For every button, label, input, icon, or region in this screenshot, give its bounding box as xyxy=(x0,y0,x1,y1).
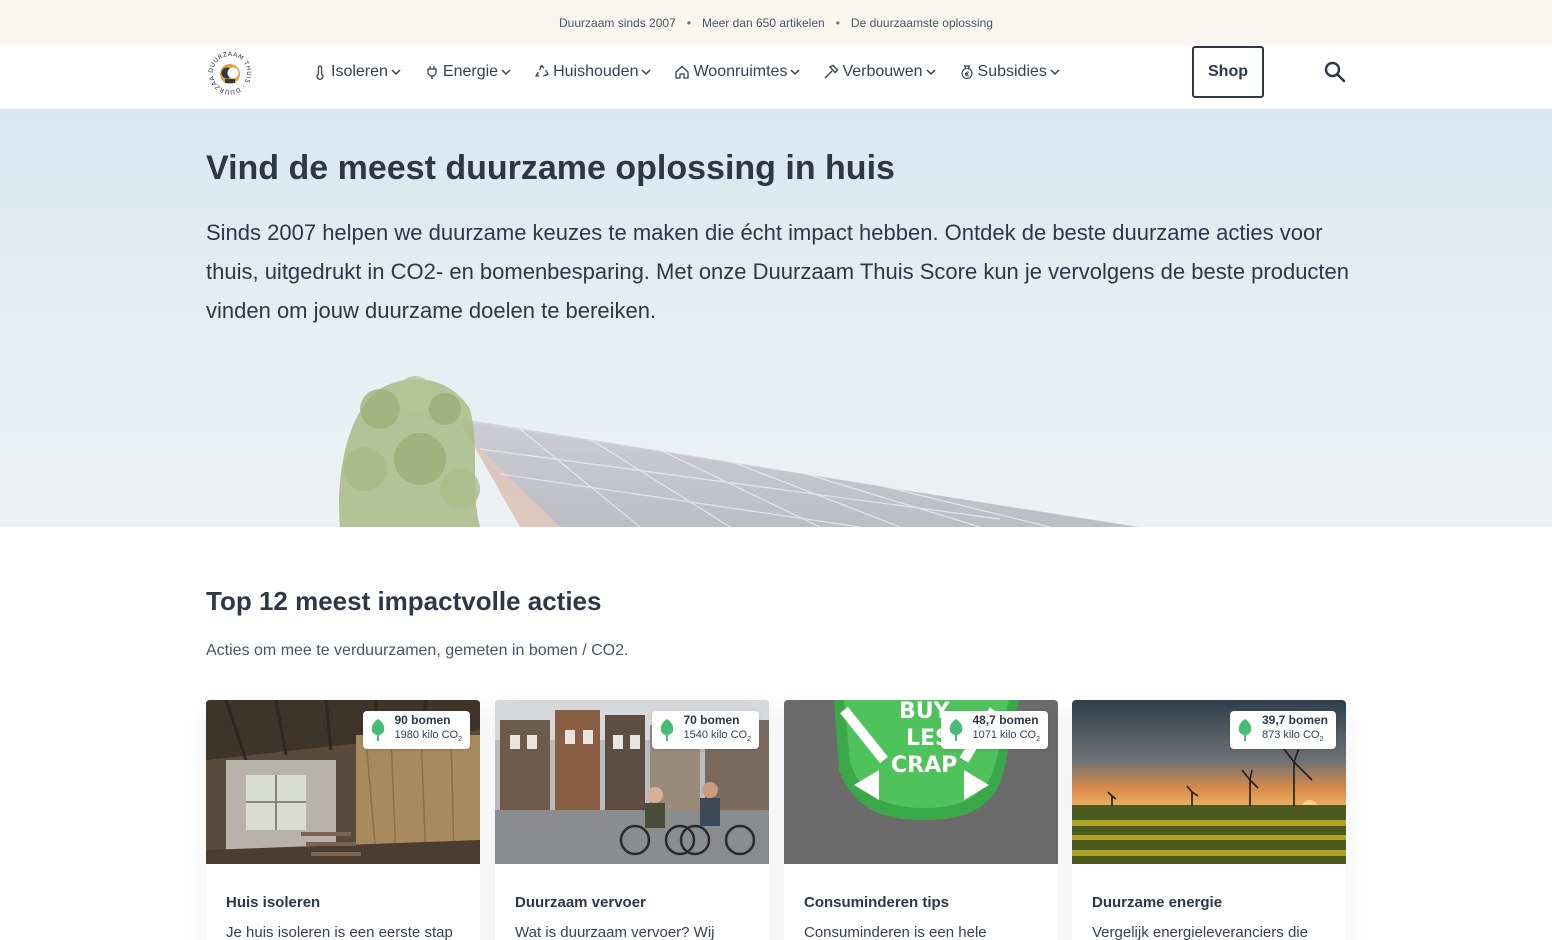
chevron-down-icon xyxy=(1049,66,1061,78)
hammer-icon xyxy=(823,64,839,80)
search-icon xyxy=(1324,61,1346,83)
svg-text:CRAP: CRAP xyxy=(891,753,957,778)
chevron-down-icon xyxy=(640,66,652,78)
card-excerpt: Wat is duurzaam vervoer? Wij xyxy=(515,924,715,940)
thermometer-icon xyxy=(312,64,328,80)
tree-icon xyxy=(371,719,384,741)
card-title: Huis isoleren xyxy=(226,894,321,911)
card-title: Duurzame energie xyxy=(1092,894,1223,911)
topbar-item-articles: Meer dan 650 artikelen xyxy=(701,15,825,30)
tree-icon xyxy=(949,719,962,741)
card-duurzame-energie[interactable]: 39,7 bomen 873 kilo CO2 Duurzame energie… xyxy=(1072,700,1346,940)
badge-co2: 1980 kilo CO2 xyxy=(394,728,463,744)
nav-item-isoleren[interactable]: Isoleren xyxy=(312,63,402,81)
badge-co2: 873 kilo CO2 xyxy=(1261,728,1324,744)
badge-trees: 39,7 bomen xyxy=(1261,712,1328,727)
chevron-down-icon xyxy=(390,66,402,78)
nav-item-huishouden[interactable]: Huishouden xyxy=(534,63,652,81)
topbar-item-since: Duurzaam sinds 2007 xyxy=(559,15,676,30)
hero-description: Sinds 2007 helpen we duurzame keuzes te … xyxy=(206,220,1350,323)
nav-label: Huishouden xyxy=(553,63,639,80)
card-excerpt: Consuminderen is een hele xyxy=(804,924,987,940)
topbar-separator: • xyxy=(686,15,691,30)
search-button[interactable] xyxy=(1322,59,1348,85)
nav-item-energie[interactable]: Energie xyxy=(424,63,512,81)
top-info-bar: Duurzaam sinds 2007 • Meer dan 650 artik… xyxy=(0,0,1552,45)
card-excerpt: Vergelijk energieleveranciers die xyxy=(1092,924,1308,940)
site-header: DUURZAAM THUIS · DUURZAAM THUIS · Isoler… xyxy=(0,44,1552,109)
badge-trees: 48,7 bomen xyxy=(972,712,1039,727)
impact-badge: 70 bomen 1540 kilo CO2 xyxy=(651,711,759,749)
site-logo[interactable]: DUURZAAM THUIS · DUURZAAM THUIS · xyxy=(203,44,254,97)
hero-title: Vind de meest duurzame oplossing in huis xyxy=(206,149,895,187)
logo-icon: DUURZAAM THUIS · DUURZAAM THUIS · xyxy=(203,44,253,96)
badge-trees: 70 bomen xyxy=(683,712,740,727)
card-duurzaam-vervoer[interactable]: 70 bomen 1540 kilo CO2 Duurzaam vervoer … xyxy=(495,700,769,940)
section-title: Top 12 meest impactvolle acties xyxy=(206,586,602,616)
hero-section: Vind de meest duurzame oplossing in huis… xyxy=(0,109,1552,527)
badge-co2: 1540 kilo CO2 xyxy=(683,728,752,744)
chevron-down-icon xyxy=(925,66,937,78)
recycle-icon xyxy=(534,64,550,80)
nav-label: Energie xyxy=(442,63,499,80)
card-huis-isoleren[interactable]: 90 bomen 1980 kilo CO2 Huis isoleren Je … xyxy=(206,700,480,940)
tree-icon xyxy=(1238,719,1252,741)
card-title: Consuminderen tips xyxy=(804,894,950,911)
section-subtitle: Acties om mee te verduurzamen, gemeten i… xyxy=(206,642,629,659)
chevron-down-icon xyxy=(500,66,512,78)
shop-button[interactable]: Shop xyxy=(1192,46,1264,98)
impact-badge: 48,7 bomen 1071 kilo CO2 xyxy=(940,711,1048,749)
nav-label: Isoleren xyxy=(331,63,388,80)
tree-icon xyxy=(660,719,673,741)
nav-item-verbouwen[interactable]: Verbouwen xyxy=(823,63,936,81)
badge-co2: 1071 kilo CO2 xyxy=(972,728,1041,744)
impact-badge: 39,7 bomen 873 kilo CO2 xyxy=(1229,711,1336,749)
nav-label: Subsidies xyxy=(977,63,1047,80)
topbar-item-solution: De duurzaamste oplossing xyxy=(850,15,993,30)
main-nav: Isoleren Energie Huishouden Woonruimtes … xyxy=(312,45,1083,99)
euro-bag-icon xyxy=(959,64,975,80)
house-icon xyxy=(674,64,690,80)
nav-item-woonruimtes[interactable]: Woonruimtes xyxy=(674,63,801,81)
nav-label: Verbouwen xyxy=(842,63,923,80)
card-excerpt: Je huis isoleren is een eerste stap xyxy=(226,924,453,940)
topbar-separator: • xyxy=(835,15,840,30)
nav-item-subsidies[interactable]: Subsidies xyxy=(959,63,1061,81)
impact-badge: 90 bomen 1980 kilo CO2 xyxy=(362,711,470,749)
badge-trees: 90 bomen xyxy=(394,712,451,727)
chevron-down-icon xyxy=(789,66,801,78)
plug-icon xyxy=(424,64,440,80)
nav-label: Woonruimtes xyxy=(693,63,788,80)
card-title: Duurzaam vervoer xyxy=(515,894,646,911)
card-consuminderen-tips[interactable]: BUY LES CRAP 48,7 bomen 1071 kilo CO2 Co… xyxy=(784,700,1058,940)
